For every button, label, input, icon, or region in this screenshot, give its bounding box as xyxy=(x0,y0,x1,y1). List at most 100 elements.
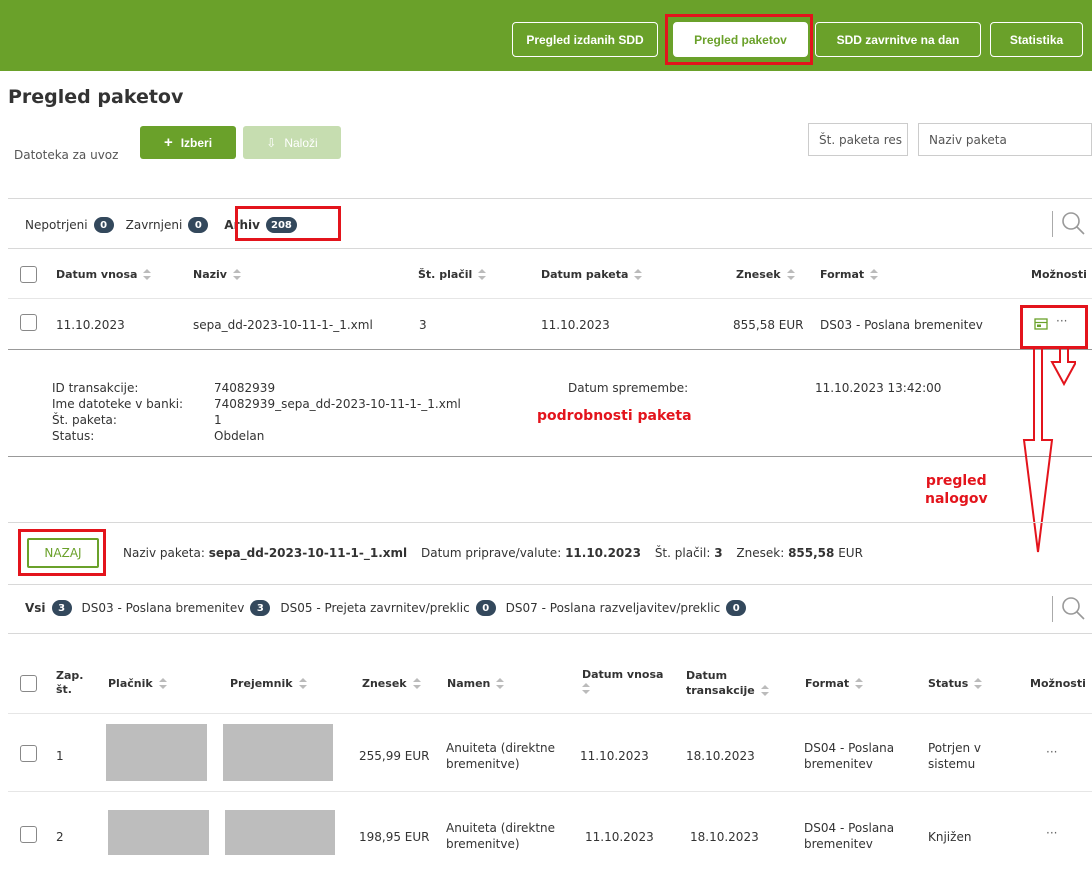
sort-icon[interactable] xyxy=(786,269,795,281)
col-header-entry-date[interactable]: Datum vnosa xyxy=(582,668,663,696)
divider xyxy=(8,791,1092,792)
package-name-filter[interactable]: Naziv paketa xyxy=(918,123,1092,156)
order-tx-date: 18.10.2023 xyxy=(690,830,759,844)
annotation-package-details: podrobnosti paketa xyxy=(537,408,692,424)
order-format: DS04 - Poslana bremenitev xyxy=(804,821,895,851)
col-header-recipient[interactable]: Prejemnik xyxy=(230,677,307,690)
detail-status-label: Status: xyxy=(52,429,95,443)
back-button[interactable]: NAZAJ xyxy=(27,538,99,568)
divider xyxy=(8,584,1092,585)
tab-rejected[interactable]: Zavrnjeni xyxy=(126,218,183,232)
package-name[interactable]: sepa_dd-2023-10-11-1-_1.xml xyxy=(193,318,373,332)
search-icon[interactable] xyxy=(1060,210,1086,236)
tab-archive[interactable]: Arhiv xyxy=(224,218,260,232)
package-format: DS03 - Poslana bremenitev xyxy=(820,318,983,332)
col-header-payer[interactable]: Plačnik xyxy=(108,677,167,690)
order-tx-date: 18.10.2023 xyxy=(686,749,755,763)
tab-unconfirmed[interactable]: Nepotrjeni xyxy=(25,218,88,232)
rejected-count-badge: 0 xyxy=(188,217,209,233)
row-checkbox[interactable] xyxy=(20,314,37,331)
col-header-payer-count[interactable]: Št. plačil xyxy=(418,268,487,281)
package-payer-count: 3 xyxy=(419,318,427,332)
nav-statistics[interactable]: Statistika xyxy=(990,22,1083,57)
sort-icon[interactable] xyxy=(232,269,241,281)
sort-icon[interactable] xyxy=(634,269,643,281)
select-all-orders-checkbox[interactable] xyxy=(20,675,37,692)
nav-package-overview[interactable]: Pregled paketov xyxy=(673,22,808,57)
col-header-options: Možnosti xyxy=(1030,677,1086,690)
col-header-purpose[interactable]: Namen xyxy=(447,677,505,690)
divider xyxy=(8,248,1092,249)
filter-all[interactable]: Vsi xyxy=(25,601,46,615)
divider xyxy=(8,349,1092,350)
row-checkbox[interactable] xyxy=(20,745,37,762)
page-title: Pregled paketov xyxy=(8,86,184,108)
redacted-recipient xyxy=(223,724,333,781)
more-options-icon[interactable]: ··· xyxy=(1046,826,1057,840)
divider xyxy=(8,198,1092,199)
package-date: 11.10.2023 xyxy=(56,318,125,332)
filter-ds05[interactable]: DS05 - Prejeta zavrnitev/preklic xyxy=(280,601,469,615)
sort-icon[interactable] xyxy=(974,678,983,690)
col-header-format[interactable]: Format xyxy=(820,268,879,281)
select-all-checkbox[interactable] xyxy=(20,266,37,283)
divider xyxy=(8,456,1092,457)
detail-tx-id-label: ID transakcije: xyxy=(52,381,139,395)
package-amount: 855,58 EUR xyxy=(733,318,804,332)
detail-tx-id: 74082939 xyxy=(214,381,276,395)
detail-bank-file: 74082939_sepa_dd-2023-10-11-1-_1.xml xyxy=(214,397,461,411)
col-header-tx-date[interactable]: Datum transakcije xyxy=(686,668,769,698)
nav-issued-sdd[interactable]: Pregled izdanih SDD xyxy=(512,22,658,57)
redacted-payer xyxy=(106,724,207,781)
sort-icon[interactable] xyxy=(582,683,590,695)
sort-icon[interactable] xyxy=(412,678,421,690)
sort-icon[interactable] xyxy=(143,269,152,281)
unconfirmed-count-badge: 0 xyxy=(93,217,114,233)
sort-icon[interactable] xyxy=(298,678,307,690)
col-header-amount[interactable]: Znesek xyxy=(736,268,795,281)
order-seq: 2 xyxy=(56,830,64,844)
order-amount: 255,99 EUR xyxy=(359,749,430,763)
upload-icon: ⇩ xyxy=(266,135,277,150)
col-header-name[interactable]: Naziv xyxy=(193,268,241,281)
col-header-seq: Zap. št. xyxy=(56,669,84,696)
order-amount: 198,95 EUR xyxy=(359,830,430,844)
col-header-status[interactable]: Status xyxy=(928,677,983,690)
order-purpose: Anuiteta (direktne bremenitve) xyxy=(446,741,556,771)
sort-icon[interactable] xyxy=(158,678,167,690)
col-header-package-date[interactable]: Datum paketa xyxy=(541,268,643,281)
redacted-recipient xyxy=(225,810,335,855)
order-status: Knjižen xyxy=(928,830,972,844)
orders-view-icon[interactable] xyxy=(1034,318,1048,330)
sort-icon[interactable] xyxy=(496,678,505,690)
filter-ds07[interactable]: DS07 - Poslana razveljavitev/preklic xyxy=(506,601,721,615)
more-options-icon[interactable]: ··· xyxy=(1046,745,1057,759)
detail-changed-label: Datum spremembe: xyxy=(568,381,689,395)
col-header-date[interactable]: Datum vnosa xyxy=(56,268,152,281)
annotation-orders-overview: pregled nalogov xyxy=(925,473,988,507)
package-created-date: 11.10.2023 xyxy=(541,318,610,332)
sort-icon[interactable] xyxy=(870,269,879,281)
upload-label: Datoteka za uvoz xyxy=(14,148,119,162)
divider xyxy=(8,633,1092,634)
sort-icon[interactable] xyxy=(760,685,769,697)
order-entry-date: 11.10.2023 xyxy=(580,749,649,763)
row-checkbox[interactable] xyxy=(20,826,37,843)
ds03-count-badge: 3 xyxy=(250,600,271,616)
sort-icon[interactable] xyxy=(478,269,487,281)
divider xyxy=(8,713,1092,714)
search-icon[interactable] xyxy=(1060,595,1086,621)
upload-button[interactable]: ⇩ Naloži xyxy=(243,126,341,159)
sort-icon[interactable] xyxy=(855,678,864,690)
nav-sdd-rejections[interactable]: SDD zavrnitve na dan xyxy=(815,22,981,57)
order-format: DS04 - Poslana bremenitev xyxy=(804,741,895,771)
all-count-badge: 3 xyxy=(51,600,72,616)
col-header-amount[interactable]: Znesek xyxy=(362,677,421,690)
choose-file-button[interactable]: + Izberi xyxy=(140,126,236,159)
redacted-payer xyxy=(108,810,209,855)
more-options-icon[interactable]: ··· xyxy=(1056,314,1067,328)
package-number-filter[interactable]: Št. paketa res xyxy=(808,123,908,156)
filter-ds03[interactable]: DS03 - Poslana bremenitev xyxy=(82,601,245,615)
col-header-format[interactable]: Format xyxy=(805,677,864,690)
detail-package-no: 1 xyxy=(214,413,222,427)
